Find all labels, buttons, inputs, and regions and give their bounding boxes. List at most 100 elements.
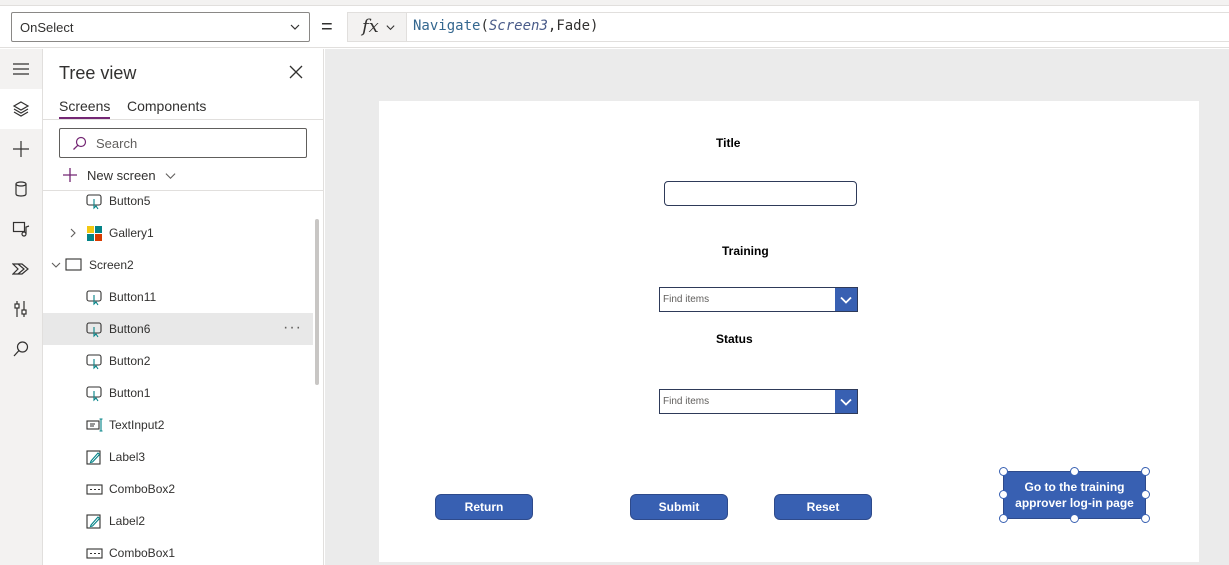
screen-canvas: Title Training Find items Status Find it… (379, 101, 1199, 562)
property-dropdown-value: OnSelect (20, 20, 74, 35)
tree-item-textinput2[interactable]: TextInput2 (43, 409, 313, 441)
training-combobox[interactable]: Find items (659, 287, 858, 312)
button-icon (86, 322, 102, 338)
equals-sign: = (321, 16, 333, 38)
tree-search-input[interactable] (96, 133, 296, 153)
rail-search-button[interactable] (0, 329, 42, 369)
button-icon (86, 386, 102, 402)
tree-item-combobox1[interactable]: ComboBox1 (43, 537, 313, 565)
title-label: Title (716, 136, 741, 150)
database-icon (15, 181, 27, 197)
tree-item-label: Button6 (109, 322, 151, 336)
button-label-line1: Go to the training (1024, 480, 1125, 494)
tree-item-label2[interactable]: Label2 (43, 505, 313, 537)
chevron-right-icon[interactable] (68, 228, 78, 238)
rail-data-button[interactable] (0, 169, 42, 209)
rail-menu-button[interactable] (0, 49, 42, 89)
tree-item-gallery1[interactable]: Gallery1 (43, 217, 313, 249)
combobox-icon (86, 548, 103, 559)
button-icon (86, 354, 102, 370)
tree-item-label3[interactable]: Label3 (43, 441, 313, 473)
tree-item-label: Button5 (109, 194, 151, 208)
button-icon (86, 194, 102, 210)
button-icon (86, 290, 102, 306)
property-dropdown[interactable]: OnSelect (11, 12, 310, 42)
combobox-dropdown-button[interactable] (835, 390, 857, 413)
tabs-divider (43, 119, 323, 120)
tree-item-label: ComboBox2 (109, 482, 176, 496)
text-input-icon (86, 418, 103, 432)
reset-button[interactable]: Reset (774, 494, 872, 520)
title-text-input[interactable] (664, 181, 857, 206)
tree-item-label: Button1 (109, 386, 151, 400)
training-label: Training (722, 244, 769, 258)
formula-arg-transition: Fade (556, 18, 591, 34)
fx-button[interactable]: fx (347, 12, 407, 42)
formula-bar: OnSelect = fx Navigate(Screen3,Fade) (0, 6, 1229, 48)
tree-item-screen2[interactable]: Screen2 (43, 249, 313, 281)
return-button[interactable]: Return (435, 494, 533, 520)
tree-item-label: TextInput2 (109, 418, 165, 432)
combobox-icon (86, 484, 103, 495)
tree-search-box[interactable] (59, 128, 307, 158)
label-icon (86, 514, 101, 529)
label-icon (86, 450, 101, 465)
button-label-line2: approver log-in page (1015, 496, 1134, 510)
tree-item-label: Button2 (109, 354, 151, 368)
chevron-down-icon (840, 296, 852, 304)
tree-item-button5[interactable]: Button5 (43, 185, 313, 217)
tab-components[interactable]: Components (127, 98, 206, 114)
gallery-icon (87, 226, 102, 241)
new-screen-button[interactable]: New screen (63, 165, 176, 185)
tree-item-label: ComboBox1 (109, 546, 176, 560)
plus-icon (63, 168, 77, 182)
tree-item-label: Screen2 (89, 258, 134, 272)
go-to-training-approver-button[interactable]: Go to the training approver log-in page (1003, 471, 1146, 519)
rail-power-automate-button[interactable] (0, 249, 42, 289)
formula-paren-open: ( (480, 18, 489, 34)
combobox-placeholder: Find items (663, 396, 710, 407)
tree-item-button1[interactable]: Button1 (43, 377, 313, 409)
tools-icon (14, 301, 27, 317)
tree-item-label: Button11 (109, 290, 157, 304)
chevron-down-icon (386, 25, 395, 31)
submit-button[interactable]: Submit (630, 494, 728, 520)
tree-list: Button5 Gallery1 Screen2 Button11 Button… (43, 184, 313, 565)
chevron-down-icon[interactable] (51, 260, 61, 270)
formula-input[interactable]: Navigate(Screen3,Fade) (407, 12, 1229, 42)
rail-media-button[interactable] (0, 209, 42, 249)
tree-item-button2[interactable]: Button2 (43, 345, 313, 377)
combobox-placeholder: Find items (663, 294, 710, 305)
rail-insert-button[interactable] (0, 129, 42, 169)
status-combobox[interactable]: Find items (659, 389, 858, 414)
fx-icon: fx (362, 16, 379, 37)
more-options-icon[interactable]: ··· (283, 319, 302, 337)
status-label: Status (716, 332, 753, 346)
tree-item-button11[interactable]: Button11 (43, 281, 313, 313)
close-icon[interactable] (289, 65, 303, 79)
tab-screens[interactable]: Screens (59, 98, 111, 119)
media-icon (12, 221, 30, 237)
screen-icon (65, 258, 82, 271)
rail-tree-view-button[interactable] (0, 89, 42, 129)
power-automate-icon (12, 263, 29, 275)
hamburger-icon (13, 63, 29, 75)
chevron-down-icon (165, 172, 176, 179)
tree-item-combobox2[interactable]: ComboBox2 (43, 473, 313, 505)
tree-item-label: Label2 (109, 514, 146, 528)
left-rail (0, 49, 43, 565)
combobox-dropdown-button[interactable] (835, 288, 857, 311)
tree-item-label: Label3 (109, 450, 146, 464)
rail-advanced-tools-button[interactable] (0, 289, 42, 329)
chevron-down-icon (290, 24, 300, 30)
tree-item-label: Gallery1 (109, 226, 154, 240)
chevron-down-icon (840, 398, 852, 406)
formula-paren-close: ) (590, 18, 599, 34)
formula-arg-screen: Screen3 (488, 18, 548, 34)
tree-scrollbar[interactable] (315, 219, 319, 385)
tree-item-button6[interactable]: Button6 ··· (43, 313, 313, 345)
plus-icon (13, 141, 29, 157)
tree-view-title: Tree view (59, 63, 137, 83)
new-screen-label: New screen (87, 167, 156, 183)
tree-view-panel: Tree view Screens Components New screen … (43, 49, 324, 565)
